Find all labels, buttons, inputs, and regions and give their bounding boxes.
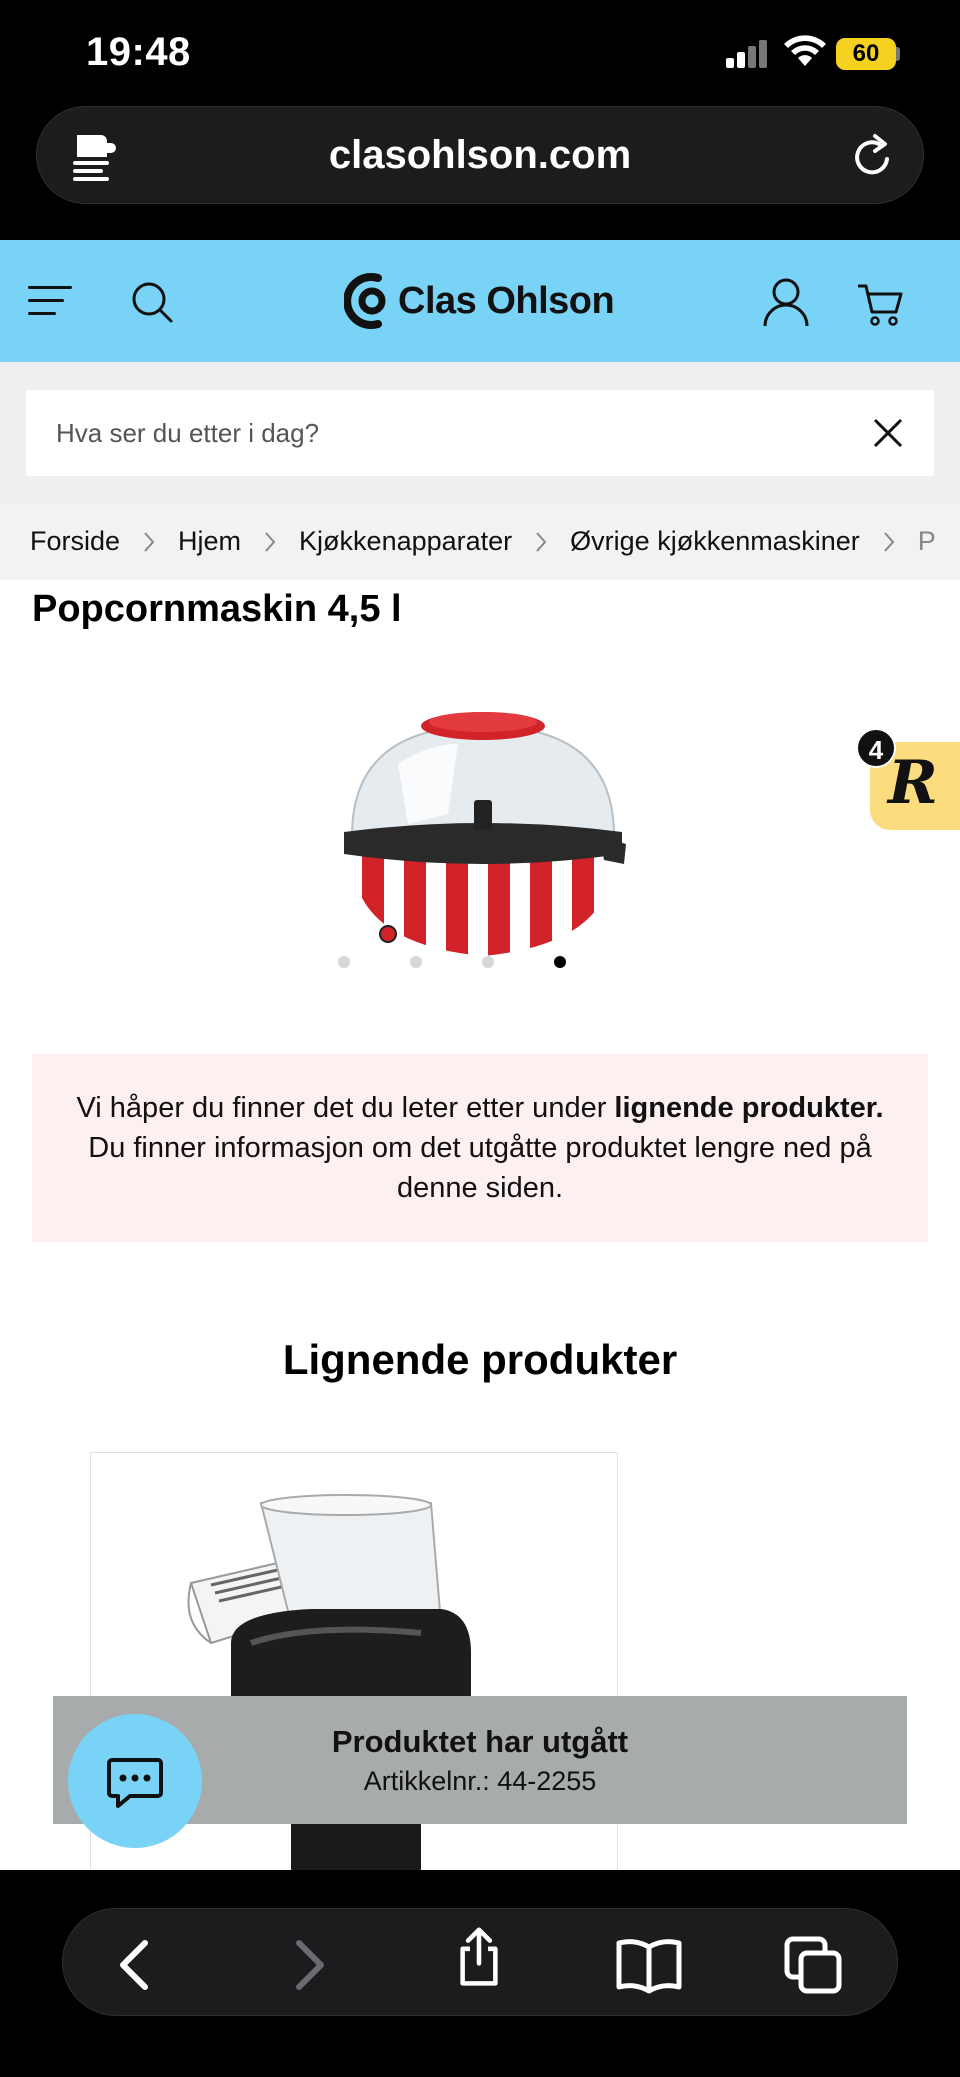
breadcrumb-item-hjem[interactable]: Hjem bbox=[178, 526, 241, 557]
cart-icon[interactable] bbox=[856, 282, 904, 328]
carousel-dot[interactable] bbox=[410, 956, 422, 968]
breadcrumb-item-truncated[interactable]: P bbox=[918, 526, 936, 557]
address-bar[interactable]: clasohlson.com bbox=[36, 106, 924, 204]
breadcrumb-item-forside[interactable]: Forside bbox=[30, 526, 120, 557]
tabs-icon[interactable] bbox=[783, 1935, 843, 1995]
rewards-count-badge: 4 bbox=[856, 728, 896, 768]
main-content: Popcornmaskin 4,5 l R 4 Vi håper du finn… bbox=[0, 580, 960, 1870]
product-title: Popcornmaskin 4,5 l bbox=[32, 588, 402, 630]
search-icon[interactable] bbox=[130, 280, 174, 324]
bookmarks-icon[interactable] bbox=[615, 1935, 683, 1995]
status-time: 19:48 bbox=[86, 30, 191, 74]
similar-products-heading: Lignende produkter bbox=[282, 1336, 678, 1383]
similar-products-notice: Vi håper du finner det du leter etter un… bbox=[32, 1054, 928, 1242]
status-bar: 19:48 60 bbox=[0, 0, 960, 105]
brand-name: Clas Ohlson bbox=[398, 279, 615, 322]
search-section bbox=[0, 362, 960, 504]
site-header: Clas Ohlson bbox=[0, 240, 960, 362]
notice-link[interactable]: lignende produkter. bbox=[614, 1092, 883, 1124]
breadcrumb: Forside Hjem Kjøkkenapparater Øvrige kjø… bbox=[0, 504, 960, 580]
chevron-right-icon bbox=[265, 531, 276, 552]
breadcrumb-item-ovrige[interactable]: Øvrige kjøkkenmaskiner bbox=[570, 526, 860, 557]
image-carousel-dots bbox=[338, 956, 566, 968]
menu-icon[interactable] bbox=[28, 284, 74, 318]
close-icon[interactable] bbox=[872, 417, 904, 449]
toolbar-pill bbox=[62, 1908, 898, 2016]
chat-icon bbox=[107, 1758, 163, 1808]
search-input[interactable] bbox=[56, 390, 856, 476]
notice-text-2: Du finner informasjon om det utgåtte pro… bbox=[88, 1132, 872, 1204]
signal-icon bbox=[726, 40, 768, 68]
share-icon[interactable] bbox=[449, 1927, 509, 1987]
reload-icon[interactable] bbox=[849, 131, 897, 181]
rewards-letter: R bbox=[888, 748, 938, 818]
search-box[interactable] bbox=[26, 390, 934, 476]
carousel-dot[interactable] bbox=[482, 956, 494, 968]
chevron-right-icon bbox=[884, 531, 895, 552]
back-icon[interactable] bbox=[107, 1935, 167, 1995]
battery-indicator: 60 bbox=[836, 38, 896, 70]
forward-icon[interactable] bbox=[277, 1935, 337, 1995]
notice-text-1: Vi håper du finner det du leter etter un… bbox=[76, 1092, 615, 1124]
wifi-icon bbox=[784, 35, 826, 66]
chevron-right-icon bbox=[536, 531, 547, 552]
logo-mark-icon bbox=[344, 273, 386, 329]
url-text[interactable]: clasohlson.com bbox=[37, 133, 923, 178]
account-icon[interactable] bbox=[762, 278, 810, 328]
breadcrumb-item-kjokkenapparater[interactable]: Kjøkkenapparater bbox=[299, 526, 512, 557]
chevron-right-icon bbox=[144, 531, 155, 552]
carousel-dot-active[interactable] bbox=[554, 956, 566, 968]
product-image[interactable] bbox=[338, 704, 628, 960]
browser-toolbar bbox=[0, 1870, 960, 2077]
carousel-dot[interactable] bbox=[338, 956, 350, 968]
chat-button[interactable] bbox=[68, 1714, 202, 1848]
brand-logo[interactable]: Clas Ohlson bbox=[344, 270, 615, 332]
battery-cap bbox=[896, 47, 900, 61]
